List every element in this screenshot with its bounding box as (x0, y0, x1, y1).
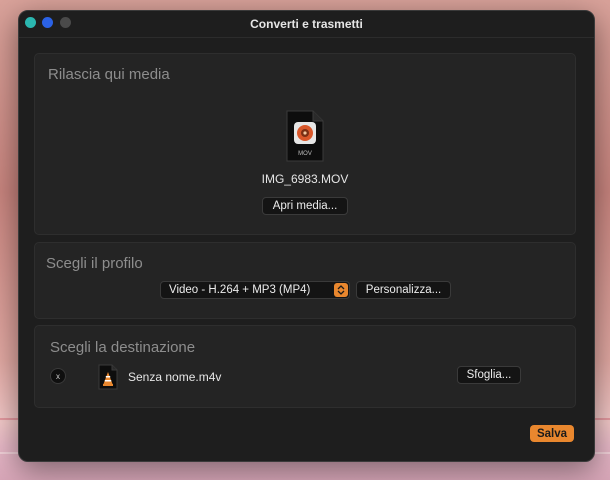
file-badge: MOV (298, 151, 312, 157)
destination-panel-title: Scegli la destinazione (50, 339, 196, 356)
customize-button[interactable]: Personalizza... (356, 281, 451, 299)
media-file-name: IMG_6983.MOV (261, 172, 349, 186)
clear-destination-button[interactable]: x (50, 368, 66, 384)
window-title: Converti e trasmetti (250, 17, 363, 31)
profile-select[interactable]: Video - H.264 + MP3 (MP4) (160, 281, 350, 299)
title-bar: Converti e trasmetti (19, 11, 594, 37)
vlc-file-icon (98, 364, 118, 390)
media-drop-panel[interactable]: Rilascia qui media MOV IMG_6983.MOV Apri… (34, 53, 576, 235)
profile-select-value: Video - H.264 + MP3 (MP4) (169, 284, 311, 296)
profile-panel: Scegli il profilo Video - H.264 + MP3 (M… (34, 242, 576, 319)
destination-file-name: Senza nome.m4v (128, 370, 222, 384)
title-divider (19, 37, 594, 38)
video-file-icon: MOV (286, 110, 324, 162)
chevron-updown-icon[interactable] (334, 283, 348, 297)
open-media-button[interactable]: Apri media... (262, 197, 348, 215)
browse-button[interactable]: Sfoglia... (457, 366, 521, 384)
profile-panel-title: Scegli il profilo (46, 255, 143, 272)
save-button[interactable]: Salva (530, 425, 574, 442)
destination-panel: Scegli la destinazione x Senza nome.m4v … (34, 325, 576, 408)
media-panel-title: Rilascia qui media (48, 66, 170, 83)
dialog-window: Converti e trasmetti Rilascia qui media … (18, 10, 595, 462)
